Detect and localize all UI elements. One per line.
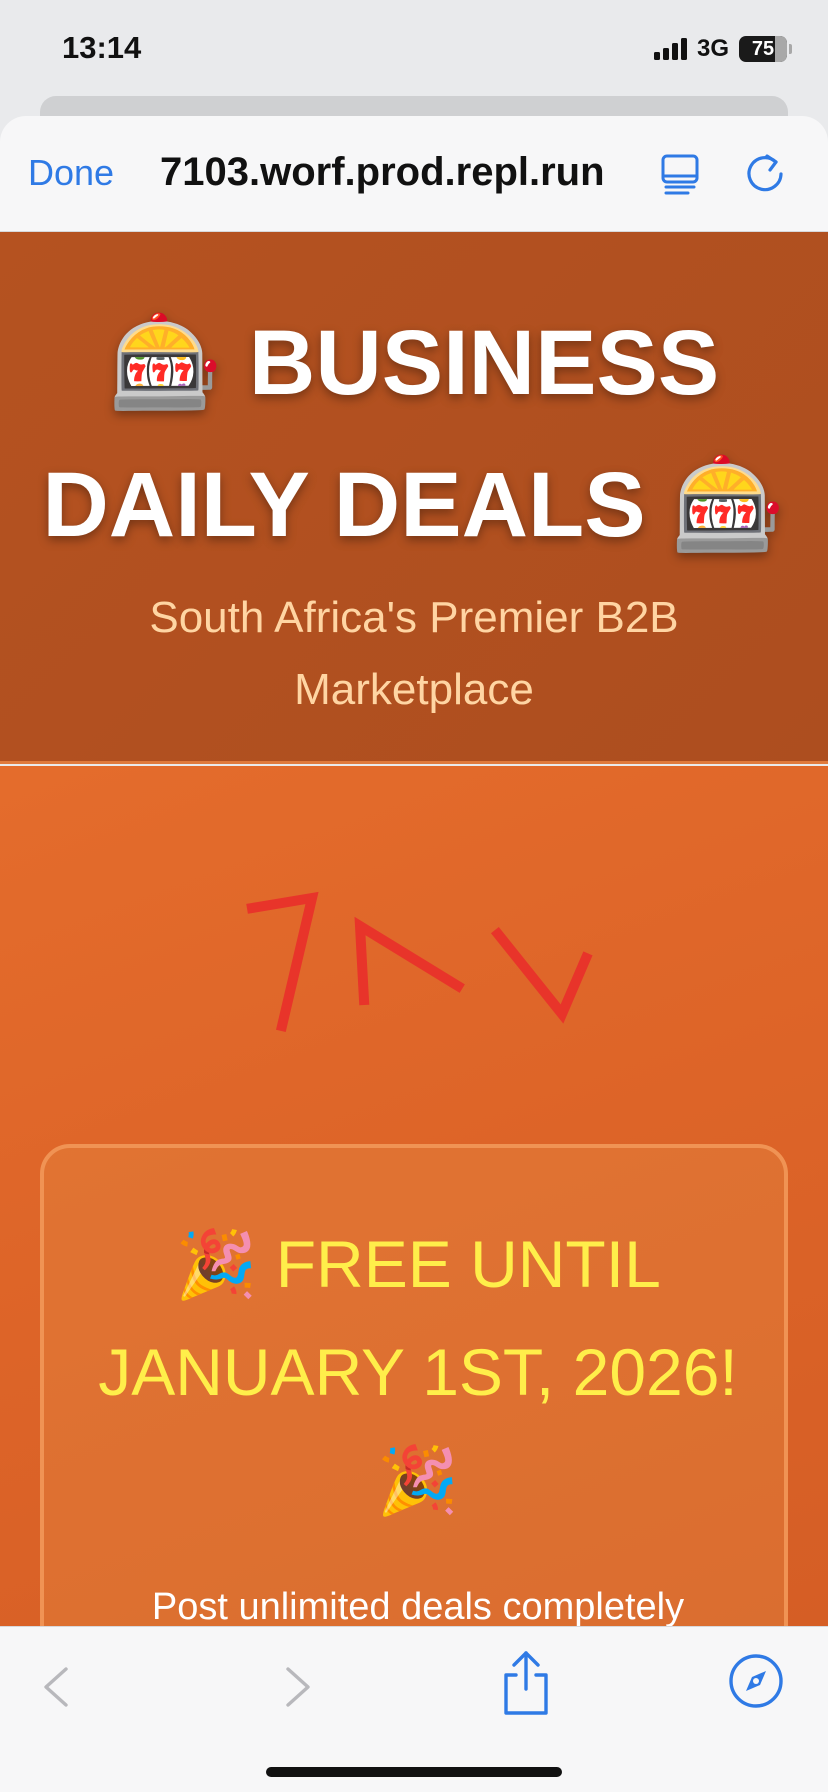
promo-text: Post unlimited deals completely (151, 1586, 685, 1628)
scribble-drawing (246, 891, 593, 1033)
status-bar: 13:14 3G 75 (0, 0, 828, 100)
browser-bottom-bar (0, 1626, 828, 1792)
home-indicator (266, 1767, 562, 1777)
chevron-right-icon[interactable] (266, 1657, 326, 1717)
status-indicators: 3G 75 (653, 34, 792, 64)
promo-title: 🎉 FREE UNTIL JANUARY 1ST, 2026! 🎉 (98, 1227, 738, 1517)
site-title: 🎰 BUSINESS DAILY DEALS 🎰 (20, 292, 808, 576)
cellular-signal-icon (653, 38, 687, 60)
done-button[interactable]: Done (28, 152, 114, 194)
network-type: 3G (696, 35, 729, 62)
site-subtitle: South Africa's Premier B2B Marketplace (149, 593, 679, 714)
promo-card: 🎉 FREE UNTIL JANUARY 1ST, 2026! 🎉 Post u… (40, 1144, 788, 1704)
reader-mode-icon[interactable] (658, 152, 702, 196)
share-icon[interactable] (494, 1649, 558, 1717)
status-time: 13:14 (62, 30, 142, 65)
url-field[interactable]: 7103.worf.prod.repl.run (160, 150, 640, 195)
battery-tip (789, 44, 792, 54)
compass-icon[interactable] (726, 1651, 786, 1711)
site-title-line2: DAILY DEALS 🎰 (42, 454, 786, 556)
battery-icon: 75 (739, 36, 787, 62)
browser-toolbar: Done 7103.worf.prod.repl.run (0, 116, 828, 232)
battery-level: 75 (751, 37, 775, 60)
reload-icon[interactable] (742, 150, 788, 196)
main-content: 🎉 FREE UNTIL JANUARY 1ST, 2026! 🎉 Post u… (0, 766, 828, 1704)
site-header: 🎰 BUSINESS DAILY DEALS 🎰 South Africa's … (0, 232, 828, 764)
site-title-line1: 🎰 BUSINESS (108, 312, 720, 414)
chevron-left-icon[interactable] (28, 1657, 88, 1717)
